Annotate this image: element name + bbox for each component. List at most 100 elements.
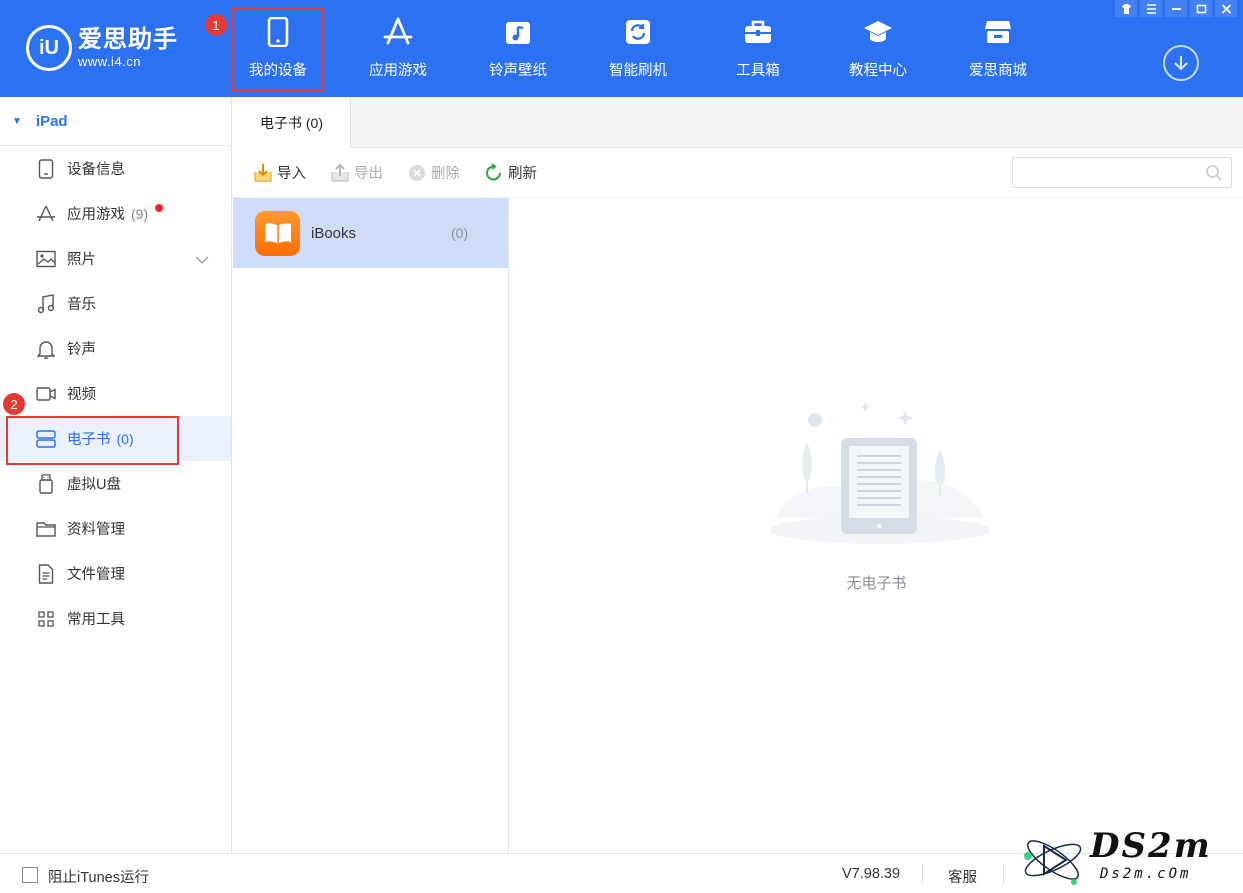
nav-ringtones-wallpapers[interactable]: 铃声壁纸 [458, 0, 578, 97]
nav-tutorials[interactable]: 教程中心 [818, 0, 938, 97]
import-label: 导入 [277, 166, 306, 182]
app-store-icon [382, 16, 414, 48]
maximize-icon[interactable] [1190, 0, 1212, 17]
device-header[interactable]: ▼ iPad [0, 97, 231, 146]
logo-name: 爱思助手 [78, 26, 178, 53]
sidebar-item-tools[interactable]: 常用工具 [0, 596, 231, 641]
arrow-down-icon [1174, 56, 1188, 71]
nav-store[interactable]: 爱思商城 [938, 0, 1058, 97]
sidebar-item-label: 设备信息 [67, 162, 125, 178]
nav-smart-flash[interactable]: 智能刷机 [578, 0, 698, 97]
skin-icon[interactable] [1115, 0, 1137, 17]
refresh-label: 刷新 [508, 166, 537, 182]
toolbar: 导入 导出 删除 刷新 [233, 148, 1243, 198]
export-label: 导出 [354, 166, 383, 182]
sidebar-item-music[interactable]: 音乐 [0, 281, 231, 326]
sidebar-item-ebooks[interactable]: 电子书 (0) [0, 416, 231, 465]
caret-down-icon: ▼ [12, 115, 22, 127]
tab-ebooks[interactable]: 电子书 (0) [233, 97, 351, 149]
app-logo: iU 爱思助手 www.i4.cn [26, 20, 196, 76]
nav-apps-games[interactable]: 应用游戏 [338, 0, 458, 97]
sidebar-item-label: 照片 [67, 252, 96, 268]
divider [1003, 864, 1004, 884]
delete-label: 删除 [431, 166, 460, 182]
top-bar: iU 爱思助手 www.i4.cn 1 我的设备 应用游戏 铃声壁纸 智能刷机 … [0, 0, 1243, 97]
empty-state-text: 无电子书 [846, 575, 907, 592]
sidebar-item-label: 应用游戏 [67, 207, 125, 223]
sidebar-item-label: 文件管理 [67, 567, 125, 583]
watermark-big: DS2m [1090, 826, 1212, 866]
sidebar-item-data-management[interactable]: 资料管理 [0, 506, 231, 551]
folder-icon [36, 519, 56, 539]
step-marker-2: 2 [3, 393, 25, 415]
nav-label: 爱思商城 [969, 63, 1027, 79]
nav-label: 工具箱 [736, 63, 780, 79]
minimize-icon[interactable] [1165, 0, 1187, 17]
toolbox-icon [742, 16, 774, 48]
version-text: V7.98.39 [842, 866, 901, 882]
main-nav: 我的设备 应用游戏 铃声壁纸 智能刷机 工具箱 教程中心 爱思商城 [218, 0, 1058, 97]
nav-label: 铃声壁纸 [489, 63, 547, 79]
list-item-ibooks[interactable]: iBooks (0) [233, 198, 508, 268]
nav-toolbox[interactable]: 工具箱 [698, 0, 818, 97]
sidebar-item-label: 资料管理 [67, 522, 125, 538]
content-area: 无电子书 [510, 198, 1243, 853]
import-icon [253, 163, 273, 183]
sidebar-item-label: 常用工具 [67, 612, 125, 628]
sidebar-item-label: 视频 [67, 387, 96, 403]
export-icon [330, 163, 350, 183]
sidebar-item-apps[interactable]: 应用游戏 (9) [0, 191, 231, 236]
device-name: iPad [35, 112, 68, 130]
nav-label: 应用游戏 [369, 63, 427, 79]
usb-drive-icon [36, 473, 56, 494]
block-itunes-label[interactable]: 阻止iTunes运行 [48, 866, 149, 887]
refresh-button[interactable]: 刷新 [484, 162, 537, 183]
delete-icon [407, 163, 427, 183]
sidebar-item-file-management[interactable]: 文件管理 [0, 551, 231, 596]
sidebar-item-ringtones[interactable]: 铃声 [0, 326, 231, 371]
sidebar-item-device-info[interactable]: 设备信息 [0, 146, 231, 191]
refresh-box-icon [622, 16, 654, 48]
tablet-icon [36, 158, 56, 179]
chevron-down-icon[interactable] [195, 252, 209, 268]
menu-icon[interactable] [1140, 0, 1162, 17]
logo-url: www.i4.cn [78, 54, 142, 69]
image-icon [36, 249, 56, 269]
sidebar: ▼ iPad 设备信息 应用游戏 (9) 照片 音乐 铃声 视频 电子书 (0)… [0, 97, 232, 853]
sidebar-item-virtual-usb[interactable]: 虚拟U盘 [0, 461, 231, 506]
store-icon [982, 16, 1014, 48]
highlight-box [6, 416, 179, 465]
export-button[interactable]: 导出 [330, 162, 383, 183]
search-icon[interactable] [1205, 164, 1223, 185]
close-icon[interactable] [1215, 0, 1237, 17]
delete-button[interactable]: 删除 [407, 162, 460, 183]
video-icon [36, 384, 56, 404]
app-store-icon [36, 204, 56, 224]
highlight-box [231, 8, 324, 92]
download-button[interactable] [1163, 45, 1199, 81]
bell-icon [36, 339, 56, 359]
ibooks-icon [255, 210, 300, 256]
atom-logo-icon [1024, 840, 1082, 885]
watermark-small: Ds2m.cOm [1100, 866, 1192, 882]
customer-service-link[interactable]: 客服 [948, 866, 977, 887]
ebook-app-list: iBooks (0) [233, 198, 509, 853]
search-input[interactable] [1013, 158, 1198, 187]
app-name: iBooks [311, 224, 357, 242]
refresh-icon [484, 162, 504, 183]
divider [922, 864, 923, 884]
nav-label: 智能刷机 [609, 63, 667, 79]
app-count: (0) [451, 225, 469, 241]
sidebar-item-photos[interactable]: 照片 [0, 236, 231, 281]
music-icon [36, 293, 56, 314]
notification-dot [155, 204, 163, 212]
block-itunes-checkbox[interactable] [22, 867, 38, 883]
import-button[interactable]: 导入 [253, 162, 306, 183]
sidebar-item-label: 铃声 [67, 342, 96, 358]
sidebar-item-videos[interactable]: 视频 [0, 371, 231, 416]
grid-icon [36, 609, 56, 629]
sidebar-item-count: (9) [131, 205, 149, 222]
tab-bar: 电子书 (0) [233, 97, 1243, 149]
nav-my-device[interactable]: 我的设备 [218, 0, 338, 97]
watermark: DS2m Ds2m.cOm [1018, 826, 1238, 890]
